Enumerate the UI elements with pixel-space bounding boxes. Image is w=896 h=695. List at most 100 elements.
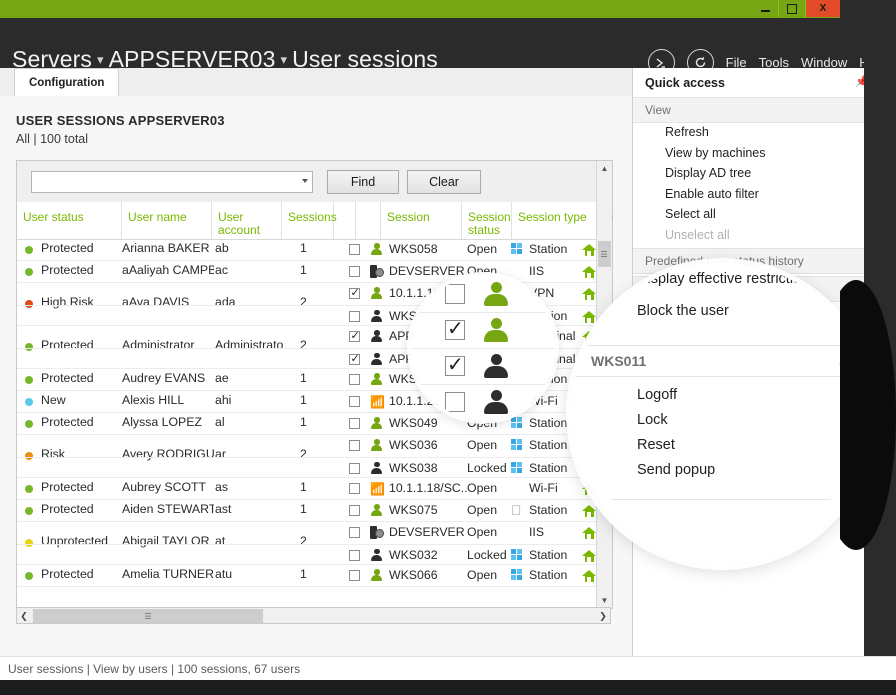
magnified-quick-access-item[interactable]: Block the user xyxy=(637,303,729,319)
session-checkbox[interactable] xyxy=(349,374,360,385)
chevron-down-icon[interactable] xyxy=(875,285,883,289)
table-row[interactable]: ProtectedAnna YOUNGay110.1.1.36/YO...Ope… xyxy=(17,587,597,591)
session-subrow[interactable]: WKS075OpenStation10 xyxy=(17,500,597,522)
magnified-machine-action[interactable]: Logoff xyxy=(637,387,677,403)
find-button[interactable]: Find xyxy=(327,170,399,194)
table-row[interactable]: ProtectedAubrey SCOTTas1📶10.1.1.18/SC...… xyxy=(17,478,597,500)
magnified-panel-items: Display effective restrictions Block the … xyxy=(571,263,873,565)
session-checkbox[interactable] xyxy=(349,244,360,255)
filter-bar: Find Clear xyxy=(17,161,597,203)
session-checkbox[interactable] xyxy=(349,331,360,342)
magnified-session-checkbox[interactable] xyxy=(445,284,465,304)
cell-session: WKS075 xyxy=(389,503,467,517)
session-subrow[interactable]: WKS038LockedStation xyxy=(17,457,597,480)
clear-button[interactable]: Clear xyxy=(407,170,481,194)
chevron-up-icon[interactable] xyxy=(875,397,883,401)
session-icon xyxy=(370,243,385,257)
magnified-session-row[interactable] xyxy=(411,312,555,349)
cell-session: WKS066 xyxy=(389,568,467,582)
session-subrow[interactable]: WKS032LockedStation10 xyxy=(17,544,597,567)
session-subrow[interactable]: WKS058OpenStation10 xyxy=(17,239,597,261)
magnified-session-checkbox[interactable] xyxy=(445,392,465,412)
column-user-status[interactable]: User status xyxy=(17,202,122,239)
column-user-name[interactable]: User name xyxy=(122,202,212,239)
quick-access-item: Unselect all xyxy=(665,228,730,242)
column-sessions[interactable]: Sessions xyxy=(282,202,334,239)
scroll-down-arrow[interactable]: ▼ xyxy=(597,593,612,608)
chevron-up-icon[interactable] xyxy=(875,106,883,110)
close-button[interactable]: X xyxy=(806,0,840,17)
session-checkbox[interactable] xyxy=(349,505,360,516)
session-checkbox[interactable] xyxy=(349,440,360,451)
search-input[interactable] xyxy=(31,171,313,193)
session-checkbox[interactable] xyxy=(349,527,360,538)
session-checkbox[interactable] xyxy=(349,550,360,561)
session-icon xyxy=(370,504,385,518)
quick-access-item[interactable]: Select all xyxy=(665,207,716,221)
table-row[interactable]: RiskAvery RODRIGUEZar2WKS036OpenStationW… xyxy=(17,435,597,478)
session-subrow[interactable]: 📶10.1.1.18/SC...OpenWi-Fi10 xyxy=(17,478,597,500)
chevron-down-icon[interactable] xyxy=(302,179,308,183)
status-bar: User sessions | View by users | 100 sess… xyxy=(0,656,896,681)
session-checkbox[interactable] xyxy=(349,266,360,277)
tab-strip: Configuration xyxy=(0,68,632,97)
session-checkbox[interactable] xyxy=(349,354,360,365)
column-session-type[interactable]: Session type xyxy=(512,202,597,239)
magnified-quick-access-item[interactable]: Display effective restrictions xyxy=(637,271,816,287)
horizontal-scrollbar-thumb[interactable]: ☰ xyxy=(33,609,263,623)
quick-access-item[interactable]: Refresh xyxy=(665,125,709,139)
column-session[interactable]: Session xyxy=(381,202,462,239)
tab-configuration[interactable]: Configuration xyxy=(14,68,119,98)
column-user-account[interactable]: User account xyxy=(212,202,282,239)
cell-session: DEVSERVER xyxy=(389,525,467,539)
scroll-left-arrow[interactable]: ❮ xyxy=(17,609,31,623)
session-subrow[interactable]: WKS036OpenStation xyxy=(17,435,597,457)
quick-access-header: Quick access 📌 ✕ xyxy=(633,68,896,98)
session-subrow[interactable]: WKS066OpenStation10 xyxy=(17,565,597,587)
session-subrow[interactable]: DEVSERVEROpenIIS10 xyxy=(17,522,597,544)
session-checkbox[interactable] xyxy=(349,396,360,407)
magnified-machine-action[interactable]: Reset xyxy=(637,437,675,453)
table-row[interactable]: UnprotectedAbigail TAYLORat2DEVSERVEROpe… xyxy=(17,522,597,565)
session-checkbox[interactable] xyxy=(349,463,360,474)
session-checkbox[interactable] xyxy=(349,483,360,494)
magnified-machine-action[interactable]: Lock xyxy=(637,412,668,428)
session-checkbox[interactable] xyxy=(349,288,360,299)
horizontal-scrollbar[interactable]: ❮ ☰ ❯ xyxy=(16,607,611,624)
quick-access-item[interactable]: Enable auto filter xyxy=(665,187,759,201)
session-icon xyxy=(370,569,385,583)
chevron-down-icon[interactable] xyxy=(875,257,883,261)
quick-access-item[interactable]: View by machines xyxy=(665,146,766,160)
session-icon xyxy=(370,462,385,476)
session-subrow[interactable]: 10.1.1.36/YO...OpenVPN10 xyxy=(17,587,597,591)
column-session-status[interactable]: Session status xyxy=(462,202,512,239)
magnified-user-icon xyxy=(483,282,509,306)
scroll-right-arrow[interactable]: ❯ xyxy=(596,609,610,623)
maximize-button[interactable] xyxy=(779,0,806,17)
table-row[interactable]: ProtectedArianna BAKERab1WKS058OpenStati… xyxy=(17,239,597,261)
magnified-session-checkbox[interactable] xyxy=(445,320,465,340)
chevron-up-icon[interactable] xyxy=(839,359,849,364)
session-checkbox[interactable] xyxy=(349,311,360,322)
minimize-button[interactable] xyxy=(752,0,779,17)
session-icon xyxy=(370,549,385,563)
quick-access-group-header[interactable]: View xyxy=(633,97,896,123)
cell-session-status: Open xyxy=(467,242,513,256)
session-checkbox[interactable] xyxy=(349,418,360,429)
magnified-session-checkbox[interactable] xyxy=(445,356,465,376)
table-row[interactable]: ProtectedAiden STEWARTast1WKS075OpenSta… xyxy=(17,500,597,522)
page-title: USER SESSIONS APPSERVER03 xyxy=(16,113,225,128)
magnified-machine-group-header[interactable]: WKS011 xyxy=(571,346,873,377)
session-checkbox[interactable] xyxy=(349,570,360,581)
cell-session: WKS038 xyxy=(389,461,467,475)
quick-access-item[interactable]: Display AD tree xyxy=(665,166,751,180)
magnified-session-row[interactable] xyxy=(411,384,555,420)
table-row[interactable]: ProtectedAmelia TURNERatu1WKS066OpenStat… xyxy=(17,565,597,587)
pin-icon[interactable]: 📌 xyxy=(855,75,869,88)
magnified-session-row[interactable] xyxy=(411,276,555,313)
scroll-up-arrow[interactable]: ▲ xyxy=(597,161,612,176)
magnified-machine-action[interactable]: Send popup xyxy=(637,462,715,478)
magnified-session-row[interactable] xyxy=(411,348,555,385)
close-icon[interactable]: ✕ xyxy=(876,73,887,89)
session-type-icon:  xyxy=(511,504,526,518)
